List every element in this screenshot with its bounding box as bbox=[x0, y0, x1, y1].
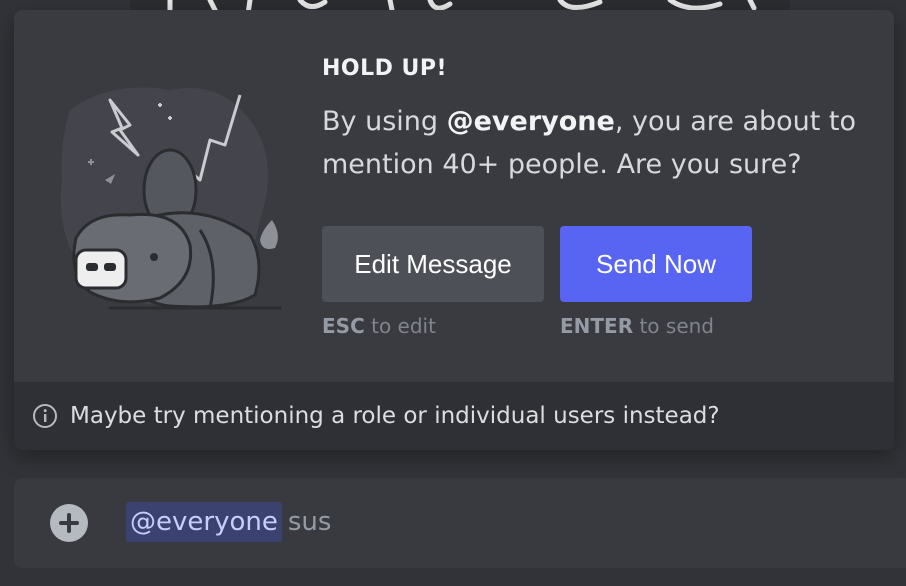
mention-pill: @everyone bbox=[126, 502, 282, 542]
modal-message: By using @everyone, you are about to men… bbox=[322, 100, 882, 186]
message-input[interactable]: @everyone sus bbox=[126, 500, 331, 544]
edit-message-button[interactable]: Edit Message bbox=[322, 226, 544, 302]
send-hint-text: to send bbox=[633, 314, 714, 338]
message-input-text: sus bbox=[287, 507, 332, 537]
modal-content: HOLD UP! By using @everyone, you are abo… bbox=[14, 10, 894, 382]
send-keyboard-hint: ENTER to send bbox=[560, 314, 714, 338]
enter-key-label: ENTER bbox=[560, 314, 634, 338]
message-prefix: By using bbox=[322, 106, 447, 137]
info-icon bbox=[33, 404, 57, 428]
message-composer: @everyone sus bbox=[14, 478, 906, 568]
edit-hint-text: to edit bbox=[364, 314, 436, 338]
everyone-mention-warning-modal: HOLD UP! By using @everyone, you are abo… bbox=[14, 10, 894, 450]
plus-circle-icon[interactable] bbox=[50, 504, 88, 542]
modal-footer-tip: Maybe try mentioning a role or individua… bbox=[14, 382, 894, 450]
modal-title: HOLD UP! bbox=[322, 56, 448, 81]
edit-keyboard-hint: ESC to edit bbox=[322, 314, 436, 338]
surprised-creature-illustration bbox=[60, 87, 282, 310]
send-now-button[interactable]: Send Now bbox=[560, 226, 752, 302]
message-mention: @everyone bbox=[446, 106, 615, 137]
esc-key-label: ESC bbox=[322, 314, 365, 338]
footer-tip-text: Maybe try mentioning a role or individua… bbox=[70, 403, 720, 429]
